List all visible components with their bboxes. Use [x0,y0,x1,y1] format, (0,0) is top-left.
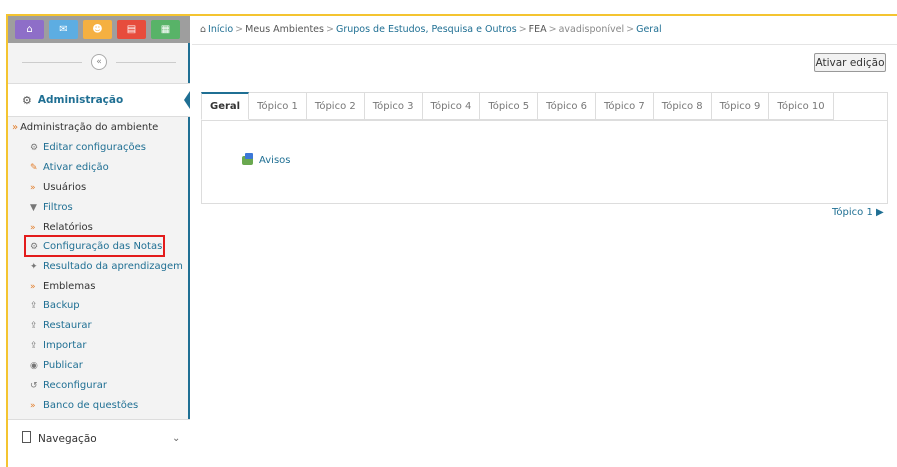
menu-item-label: Restaurar [43,320,92,331]
tab-topico-10[interactable]: Tópico 10 [769,92,834,120]
next-topic-link[interactable]: Tópico 1 ▶ [832,207,884,218]
menu-item-label: Resultado da aprendizagem [43,261,183,272]
mail-icon: ✉ [59,24,68,35]
active-block-pointer [184,91,190,109]
admin-root-label: Administração do ambiente [20,122,159,133]
grid-button[interactable]: ▦ [151,20,180,39]
breadcrumb-item-category[interactable]: Grupos de Estudos, Pesquisa e Outros [336,24,517,35]
expand-arrow-icon: » [30,282,36,292]
turn-editing-on-button[interactable]: Ativar edição [814,53,886,72]
navigation-block[interactable]: Navegação ⌄ [8,419,190,467]
tab-geral[interactable]: Geral [201,92,250,120]
divider-line [116,62,176,63]
menu-item-publish[interactable]: ◉ Publicar [30,360,83,371]
home-icon: ⌂ [26,24,33,35]
breadcrumb-item-current[interactable]: Geral [636,24,662,35]
outcome-icon: ✦ [30,262,38,272]
tab-topico-5[interactable]: Tópico 5 [480,92,539,120]
tab-topico-1[interactable]: Tópico 1 [249,92,307,120]
header-divider [192,44,897,45]
menu-item-question-bank[interactable]: » Banco de questões [30,400,138,411]
publish-icon: ◉ [30,361,38,371]
double-chevron-left-icon: « [96,57,102,67]
breadcrumb-separator: > [626,24,635,35]
highlight-box [24,235,165,257]
upload-icon: ⇪ [30,321,38,331]
menu-item-turn-editing-on[interactable]: ✎ Ativar edição [30,162,109,173]
tab-topico-8[interactable]: Tópico 8 [653,92,712,120]
expand-arrow-icon: » [30,401,36,411]
menu-item-label: Emblemas [43,281,96,292]
tab-topico-4[interactable]: Tópico 4 [422,92,481,120]
document-icon [22,431,31,443]
expand-arrow-icon: » [12,122,19,133]
home-icon: ⌂ [200,24,207,35]
menu-item-label: Ativar edição [43,162,109,173]
expand-arrow-icon: » [30,183,36,193]
breadcrumb: ⌂ Início > Meus Ambientes > Grupos de Estudos… [200,24,662,35]
expand-arrow-icon: » [30,223,36,233]
tab-topico-6[interactable]: Tópico 6 [538,92,596,120]
filter-icon: ▼ [30,203,37,213]
menu-item-label: Backup [43,300,80,311]
users-icon: ☻ [92,24,103,35]
menu-item-restore[interactable]: ⇪ Restaurar [30,320,92,331]
menu-item-backup[interactable]: ⇪ Backup [30,300,80,311]
breadcrumb-item-home[interactable]: Início [208,24,233,35]
forum-activity-avisos[interactable]: Avisos [242,153,291,166]
chevron-down-icon: ⌄ [172,433,181,444]
menu-item-label: Reconfigurar [43,380,107,391]
upload-icon: ⇪ [30,301,38,311]
menu-item-reports[interactable]: » Relatórios [30,222,93,233]
breadcrumb-item-fea[interactable]: FEA [529,24,547,35]
gears-icon: ⚙ [22,93,32,107]
tab-underline [201,120,888,121]
menu-item-label: Usuários [43,182,87,193]
administration-block-header[interactable]: ⚙ Administração [8,83,190,117]
document-icon: ▤ [126,24,137,35]
menu-item-import[interactable]: ⇪ Importar [30,340,86,351]
tab-topico-9[interactable]: Tópico 9 [711,92,770,120]
tab-topico-7[interactable]: Tópico 7 [595,92,654,120]
mail-button[interactable]: ✉ [49,20,78,39]
menu-item-label: Editar configurações [43,142,146,153]
document-button[interactable]: ▤ [117,20,146,39]
pencil-icon: ✎ [30,163,38,173]
breadcrumb-separator: > [548,24,557,35]
collapse-sidebar-button[interactable]: « [91,54,107,70]
upload-icon: ⇪ [30,341,38,351]
navigation-title: Navegação [38,433,97,445]
gear-icon: ⚙ [30,143,39,153]
course-tabs: Geral Tópico 1 Tópico 2 Tópico 3 Tópico … [201,92,834,120]
menu-item-label: Importar [43,340,87,351]
menu-item-label: Filtros [43,202,73,213]
menu-item-badges[interactable]: » Emblemas [30,281,95,292]
forum-activity-label: Avisos [259,155,291,166]
administration-title: Administração [37,94,124,106]
breadcrumb-separator: > [518,24,527,35]
menu-item-label: Banco de questões [43,400,139,411]
collapse-row: « [8,43,190,81]
users-button[interactable]: ☻ [83,20,112,39]
breadcrumb-separator: > [235,24,244,35]
breadcrumb-item-my-courses[interactable]: Meus Ambientes [245,24,324,35]
menu-item-edit-settings[interactable]: ⚙ Editar configurações [30,142,146,153]
menu-item-label: Publicar [43,360,83,371]
tab-topico-2[interactable]: Tópico 2 [306,92,365,120]
breadcrumb-separator: > [325,24,334,35]
home-button[interactable]: ⌂ [15,20,44,39]
menu-item-reset[interactable]: ↺ Reconfigurar [30,380,107,391]
quick-access-bar: ⌂ ✉ ☻ ▤ ▦ [8,16,190,43]
grid-icon: ▦ [160,24,171,35]
admin-root-item[interactable]: » Administração do ambiente [12,122,158,133]
menu-item-filters[interactable]: ▼ Filtros [30,202,73,213]
tab-topico-3[interactable]: Tópico 3 [364,92,423,120]
divider-line [22,62,82,63]
reset-icon: ↺ [30,381,38,391]
menu-item-users[interactable]: » Usuários [30,182,86,193]
forum-icon [242,153,253,165]
menu-item-outcomes[interactable]: ✦ Resultado da aprendizagem [30,261,183,272]
menu-item-label: Relatórios [43,222,93,233]
breadcrumb-item-course[interactable]: avadisponível [559,24,625,35]
